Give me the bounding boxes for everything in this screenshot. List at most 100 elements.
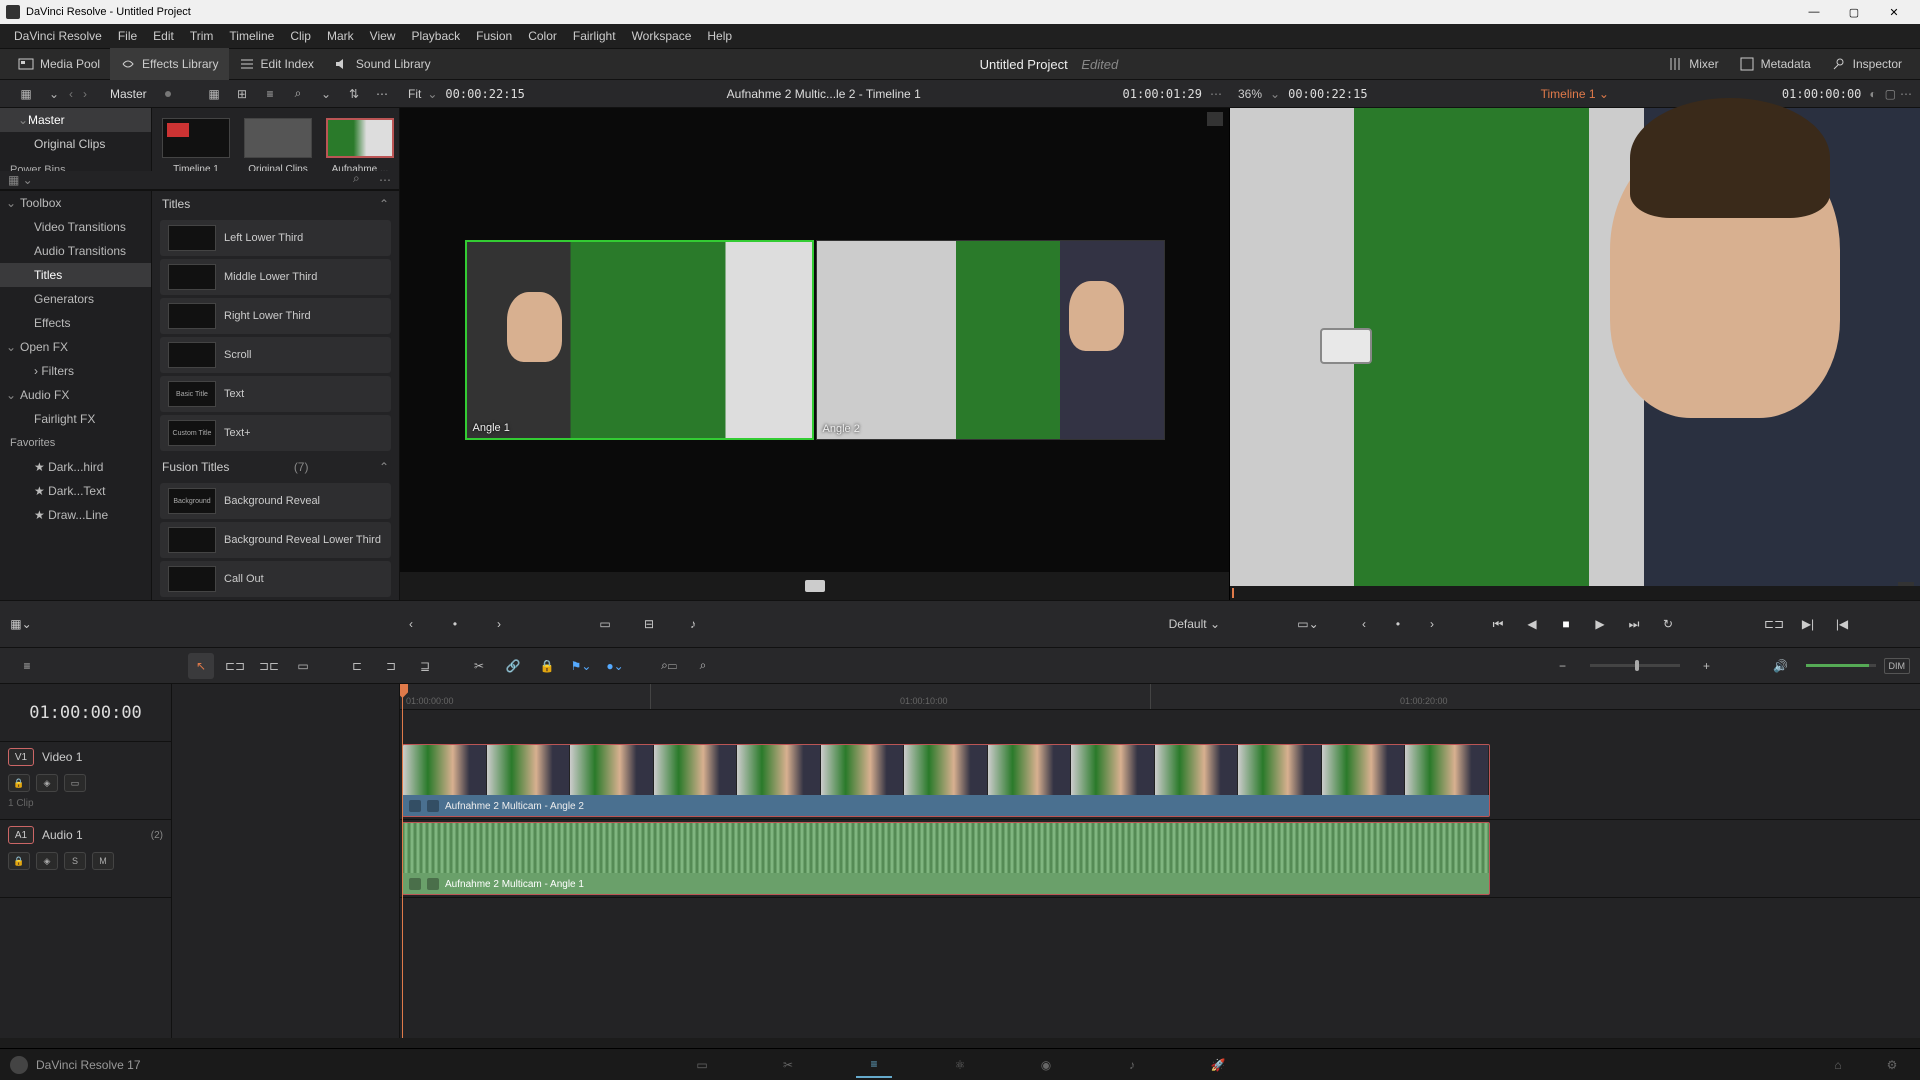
prog-tc-left[interactable]: 00:00:22:15 xyxy=(1288,87,1367,101)
multicam-mode-icon[interactable]: ▦⌄ xyxy=(10,613,32,635)
src-zoom[interactable]: Fit xyxy=(408,87,421,101)
nav-dot-icon[interactable]: • xyxy=(444,613,466,635)
nav-fwd[interactable]: › xyxy=(78,87,92,101)
menu-playback[interactable]: Playback xyxy=(403,29,468,43)
zoom-in-icon[interactable]: + xyxy=(1694,653,1720,679)
stop-icon[interactable]: ■ xyxy=(1555,613,1577,635)
page-deliver[interactable]: 🚀 xyxy=(1200,1052,1236,1078)
edit-index-toggle[interactable]: Edit Index xyxy=(229,48,324,80)
menu-trim[interactable]: Trim xyxy=(182,29,222,43)
filter-icon[interactable]: ⇅ xyxy=(344,84,364,104)
minimize-button[interactable]: — xyxy=(1794,0,1834,24)
sound-library-toggle[interactable]: Sound Library xyxy=(324,48,441,80)
sort-icon[interactable]: ⌄ xyxy=(316,84,336,104)
track-v1[interactable]: Aufnahme 2 Multicam - Angle 2 xyxy=(400,742,1920,820)
timeline-tracks[interactable]: 01:00:00:00 01:00:10:00 01:00:20:00 Aufn… xyxy=(400,684,1920,1038)
menu-edit[interactable]: Edit xyxy=(145,29,182,43)
a1-auto-select-icon[interactable]: ◈ xyxy=(36,852,58,870)
timeline-ruler[interactable]: 01:00:00:00 01:00:10:00 01:00:20:00 xyxy=(400,684,1920,710)
multicam-angle-1[interactable]: Angle 1 xyxy=(465,240,814,440)
timeline-timecode[interactable]: 01:00:00:00 xyxy=(0,684,171,742)
title-call-out[interactable]: Call Out xyxy=(160,561,391,597)
mixer-toggle[interactable]: Mixer xyxy=(1657,48,1728,80)
v1-auto-select-icon[interactable]: ◈ xyxy=(36,774,58,792)
nav-back[interactable]: ‹ xyxy=(64,87,78,101)
menu-view[interactable]: View xyxy=(362,29,404,43)
match-frame-icon[interactable]: ⊏⊐ xyxy=(1763,613,1785,635)
video-clip[interactable]: Aufnahme 2 Multicam - Angle 2 xyxy=(402,744,1490,817)
project-settings-icon[interactable]: ⚙ xyxy=(1874,1052,1910,1078)
audio-clip[interactable]: Aufnahme 2 Multicam - Angle 1 xyxy=(402,822,1490,895)
title-bg-reveal-lt[interactable]: Background Reveal Lower Third xyxy=(160,522,391,558)
layout-preset[interactable]: Default ⌄ xyxy=(1169,617,1220,631)
flag-icon[interactable]: ⚑⌄ xyxy=(568,653,594,679)
menu-clip[interactable]: Clip xyxy=(282,29,319,43)
audio-only-icon[interactable]: ♪ xyxy=(682,613,704,635)
track-tag-a1[interactable]: A1 xyxy=(8,826,34,844)
title-scroll[interactable]: Scroll xyxy=(160,337,391,373)
nav-next-icon[interactable]: › xyxy=(488,613,510,635)
page-color[interactable]: ◉ xyxy=(1028,1052,1064,1078)
menu-timeline[interactable]: Timeline xyxy=(221,29,282,43)
title-bg-reveal[interactable]: BackgroundBackground Reveal xyxy=(160,483,391,519)
title-text[interactable]: Basic TitleText xyxy=(160,376,391,412)
menu-mark[interactable]: Mark xyxy=(319,29,362,43)
close-button[interactable]: ✕ xyxy=(1874,0,1914,24)
search-timeline-icon[interactable]: ⌕▭ xyxy=(656,653,682,679)
insert-clip-icon[interactable]: ⊏ xyxy=(344,653,370,679)
track-name-a1[interactable]: Audio 1 xyxy=(42,828,83,842)
src-options-icon[interactable]: ⋯ xyxy=(1210,87,1222,101)
menu-workspace[interactable]: Workspace xyxy=(624,29,700,43)
metadata-toggle[interactable]: Metadata xyxy=(1729,48,1821,80)
chevron-down-icon[interactable]: ⌄ xyxy=(1270,87,1280,101)
last-frame-icon[interactable]: ⏭ xyxy=(1623,613,1645,635)
program-image[interactable] xyxy=(1230,108,1920,586)
clip-original-clips[interactable]: Original Clips xyxy=(244,118,312,171)
menu-fusion[interactable]: Fusion xyxy=(468,29,520,43)
go-end-icon[interactable]: ▶| xyxy=(1797,613,1819,635)
razor-icon[interactable]: ✂ xyxy=(466,653,492,679)
next-mark-icon[interactable]: › xyxy=(1421,613,1443,635)
cat-fairlightfx[interactable]: Fairlight FX xyxy=(0,407,151,431)
view-thumb-icon[interactable]: ▦ xyxy=(204,84,224,104)
page-fairlight[interactable]: ♪ xyxy=(1114,1052,1150,1078)
playhead[interactable] xyxy=(402,684,403,1038)
timeline-view-icon[interactable]: ≡ xyxy=(14,653,40,679)
menu-fairlight[interactable]: Fairlight xyxy=(565,29,624,43)
track-tag-v1[interactable]: V1 xyxy=(8,748,34,766)
menu-davinci[interactable]: DaVinci Resolve xyxy=(6,29,110,43)
track-name-v1[interactable]: Video 1 xyxy=(42,750,82,764)
search-icon[interactable]: ⌕ xyxy=(288,84,308,104)
fav-1[interactable]: ★ Dark...hird xyxy=(0,455,151,479)
clip-timeline1[interactable]: Timeline 1 xyxy=(162,118,230,171)
volume-slider[interactable] xyxy=(1806,664,1876,667)
title-middle-lower-third[interactable]: Middle Lower Third xyxy=(160,259,391,295)
cat-openfx[interactable]: Open FX xyxy=(0,335,151,359)
fav-3[interactable]: ★ Draw...Line xyxy=(0,503,151,527)
a1-mute-button[interactable]: M xyxy=(92,852,114,870)
home-icon[interactable]: ⌂ xyxy=(1820,1052,1856,1078)
marker-icon[interactable]: ●⌄ xyxy=(602,653,628,679)
cat-filters[interactable]: › Filters xyxy=(0,359,151,383)
insert-mode-icon[interactable]: ▭⌄ xyxy=(1297,613,1319,635)
replace-clip-icon[interactable]: ⊒ xyxy=(412,653,438,679)
go-out-icon[interactable]: |◀ xyxy=(1831,613,1853,635)
src-tc-left[interactable]: 00:00:22:15 xyxy=(445,87,524,101)
page-cut[interactable]: ✂ xyxy=(770,1052,806,1078)
view-grid-icon[interactable]: ⊞ xyxy=(232,84,252,104)
video-only-icon[interactable]: ▭ xyxy=(594,613,616,635)
a1-solo-button[interactable]: S xyxy=(64,852,86,870)
step-back-icon[interactable]: ◀ xyxy=(1521,613,1543,635)
bin-path[interactable]: Master xyxy=(110,87,147,101)
program-scrubber[interactable] xyxy=(1230,586,1920,600)
src-tc-right[interactable]: 01:00:01:29 xyxy=(1123,87,1202,101)
src-next-frame-icon[interactable] xyxy=(1207,112,1223,126)
av-icon[interactable]: ⊟ xyxy=(638,613,660,635)
prog-tc-right[interactable]: 01:00:00:00 xyxy=(1782,87,1861,101)
blade-tool-icon[interactable]: ▭ xyxy=(290,653,316,679)
v1-disable-icon[interactable]: ▭ xyxy=(64,774,86,792)
bin-view-icon[interactable]: ▦ xyxy=(16,84,36,104)
dim-button[interactable]: DIM xyxy=(1884,658,1911,674)
view-list-icon[interactable]: ≡ xyxy=(260,84,280,104)
media-pool-toggle[interactable]: Media Pool xyxy=(8,48,110,80)
